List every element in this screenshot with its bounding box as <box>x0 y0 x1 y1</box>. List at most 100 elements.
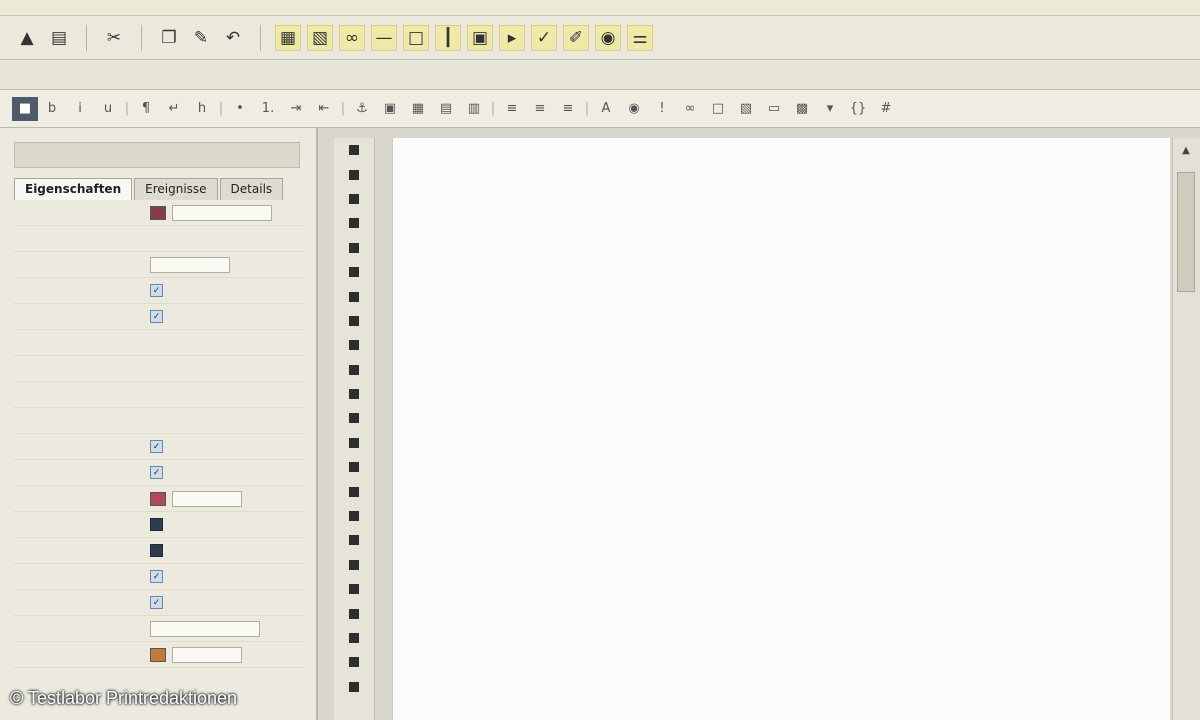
image-icon[interactable]: ▣ <box>467 24 493 51</box>
toolbar-separator <box>86 24 87 51</box>
tag-italic-icon[interactable]: i <box>66 98 94 120</box>
property-checkbox[interactable]: ✓ <box>150 570 163 583</box>
pen-icon[interactable]: ✐ <box>563 24 589 51</box>
vertical-scrollbar[interactable]: ▲ <box>1172 138 1200 720</box>
code-editor[interactable] <box>392 138 1170 720</box>
tag-image-icon[interactable]: ▣ <box>376 98 404 120</box>
line-icon[interactable]: — <box>371 24 397 51</box>
property-row[interactable]: ✓ <box>14 304 304 330</box>
property-row[interactable] <box>14 512 304 538</box>
save-icon[interactable]: ▤ <box>46 25 72 51</box>
tag-select-icon[interactable]: ■ <box>12 96 38 121</box>
scroll-thumb[interactable] <box>1177 172 1195 292</box>
line-marker <box>334 675 374 699</box>
property-row[interactable] <box>14 616 304 642</box>
property-row[interactable] <box>14 200 304 226</box>
property-checkbox[interactable]: ✓ <box>150 440 163 453</box>
tag-heading-icon[interactable]: h <box>188 98 216 120</box>
value-field[interactable] <box>150 256 230 273</box>
value-field[interactable] <box>172 646 242 663</box>
tag-row-icon[interactable]: ▤ <box>432 98 460 120</box>
property-row[interactable] <box>14 226 304 252</box>
color-swatch[interactable] <box>150 647 166 662</box>
property-row[interactable] <box>14 382 304 408</box>
property-checkbox[interactable]: ✓ <box>150 466 163 479</box>
tag-script-icon[interactable]: {} <box>844 98 872 120</box>
property-row[interactable]: ✓ <box>14 460 304 486</box>
property-row[interactable]: ✓ <box>14 564 304 590</box>
open-icon[interactable]: ▲ <box>14 25 40 51</box>
property-row[interactable] <box>14 486 304 512</box>
color-swatch[interactable] <box>150 205 166 220</box>
tag-paragraph-icon[interactable]: ¶ <box>132 98 160 120</box>
toolbar-separator: | <box>340 101 346 116</box>
color-icon[interactable]: ◉ <box>595 24 621 51</box>
property-row[interactable]: ✓ <box>14 278 304 304</box>
tag-outdent-icon[interactable]: ⇤ <box>310 98 338 120</box>
tag-anchor-icon[interactable]: ⚓ <box>348 98 376 120</box>
property-row[interactable] <box>14 408 304 434</box>
tag-list-icon[interactable]: • <box>226 98 254 120</box>
value-field[interactable] <box>172 204 272 221</box>
tag-input-icon[interactable]: ▭ <box>760 98 788 120</box>
property-checkbox[interactable]: ✓ <box>150 284 163 297</box>
tag-indent-icon[interactable]: ⇥ <box>282 98 310 120</box>
tag-numlist-icon[interactable]: 1. <box>254 98 282 120</box>
tab-details[interactable]: Details <box>219 178 284 200</box>
line-marker <box>334 650 374 674</box>
value-field[interactable] <box>172 490 242 507</box>
property-row[interactable] <box>14 356 304 382</box>
tag-left-icon[interactable]: ≡ <box>498 98 526 120</box>
property-row[interactable]: ✓ <box>14 434 304 460</box>
tag-color-icon[interactable]: ◉ <box>620 98 648 120</box>
tag-table-icon[interactable]: ▦ <box>404 98 432 120</box>
tab-properties[interactable]: Eigenschaften <box>14 178 133 200</box>
tag-underline-icon[interactable]: u <box>94 98 122 120</box>
copy-icon[interactable]: ❐ <box>156 25 182 51</box>
property-row[interactable] <box>14 642 304 668</box>
tag-button-icon[interactable]: ▩ <box>788 98 816 120</box>
cut-icon[interactable]: ✂ <box>101 25 127 51</box>
bar-icon[interactable]: ┃ <box>435 24 461 51</box>
property-group[interactable] <box>14 330 304 356</box>
property-row[interactable]: ✓ <box>14 590 304 616</box>
tag-div-icon[interactable]: □ <box>704 98 732 120</box>
color-swatch[interactable] <box>150 491 166 506</box>
table-icon[interactable]: ▦ <box>275 24 301 51</box>
tag-cell-icon[interactable]: ▥ <box>460 98 488 120</box>
tag-style-icon[interactable]: # <box>872 98 900 120</box>
box-icon[interactable]: □ <box>403 24 429 51</box>
property-checkbox[interactable]: ✓ <box>150 310 163 323</box>
paste-icon[interactable]: ✎ <box>188 25 214 51</box>
check-icon[interactable]: ✓ <box>531 24 557 51</box>
tag-form-icon[interactable]: ▧ <box>732 98 760 120</box>
tag-select-list-icon[interactable]: ▾ <box>816 98 844 120</box>
panel-tabs: Eigenschaften Ereignisse Details <box>14 178 285 200</box>
tag-span-icon[interactable]: ∞ <box>676 98 704 120</box>
tag-bold-icon[interactable]: b <box>38 98 66 120</box>
value-field[interactable] <box>150 620 260 637</box>
property-checkbox[interactable] <box>150 544 163 557</box>
tag-break-icon[interactable]: ↵ <box>160 98 188 120</box>
form-icon[interactable]: ▧ <box>307 24 333 51</box>
line-marker <box>334 431 374 455</box>
property-checkbox[interactable] <box>150 518 163 531</box>
media-icon[interactable]: ▸ <box>499 24 525 51</box>
tag-center-icon[interactable]: ≡ <box>526 98 554 120</box>
tag-icon[interactable]: ⚌ <box>627 24 653 51</box>
tab-events[interactable]: Ereignisse <box>134 178 218 200</box>
tag-font-icon[interactable]: A <box>592 98 620 120</box>
property-row[interactable] <box>14 538 304 564</box>
link-icon[interactable]: ∞ <box>339 24 365 51</box>
undo-icon[interactable]: ↶ <box>220 25 246 51</box>
tag-comment-icon[interactable]: ! <box>648 98 676 120</box>
property-checkbox[interactable]: ✓ <box>150 596 163 609</box>
property-row[interactable] <box>14 252 304 278</box>
scroll-up-icon[interactable]: ▲ <box>1173 138 1199 162</box>
tag-right-icon[interactable]: ≡ <box>554 98 582 120</box>
